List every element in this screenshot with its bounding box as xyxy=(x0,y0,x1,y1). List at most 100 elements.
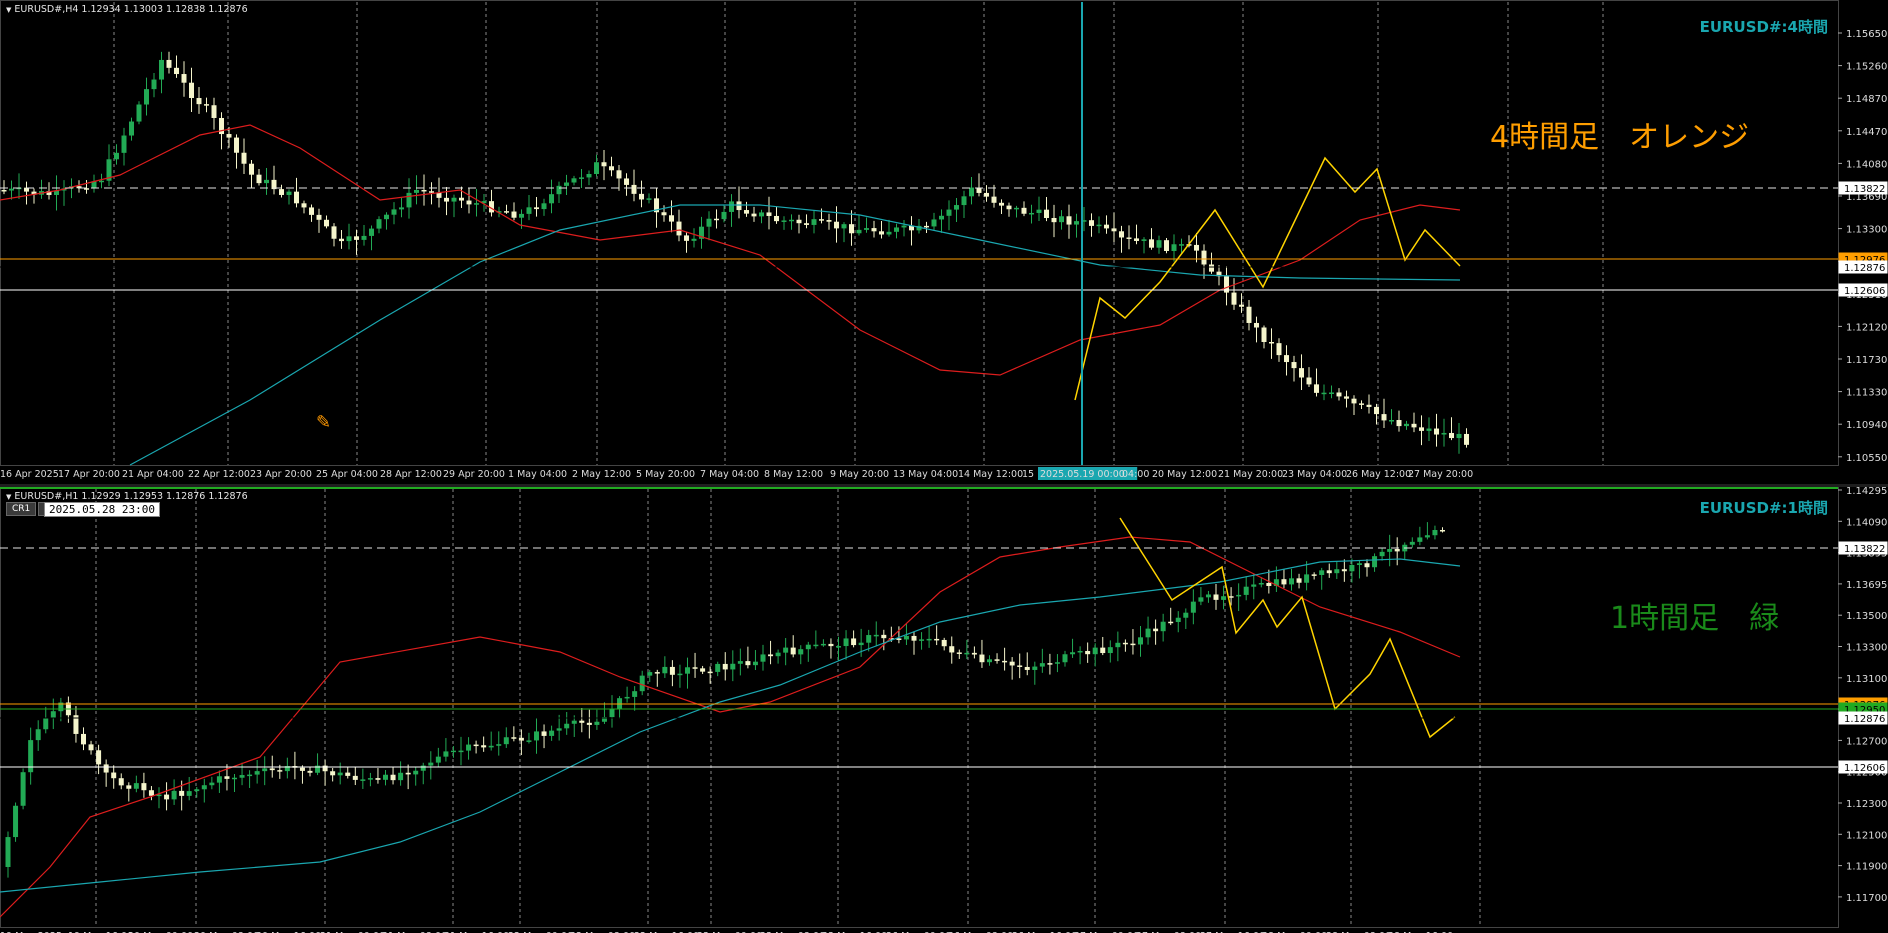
candle-body xyxy=(1254,322,1259,328)
candle-body xyxy=(413,770,419,775)
candle-body xyxy=(249,163,254,175)
candle-body xyxy=(609,166,614,171)
candle-body xyxy=(1351,398,1357,404)
candle-body xyxy=(360,779,366,781)
candle-body xyxy=(1356,563,1362,566)
candle-body xyxy=(1096,224,1102,227)
candle-body xyxy=(1311,574,1317,576)
candle-body xyxy=(534,207,539,210)
candle-body xyxy=(354,236,359,240)
candle-body xyxy=(571,720,577,724)
candle-body xyxy=(262,768,268,772)
candle-body xyxy=(1449,432,1454,439)
h1-chart-panel[interactable]: 1.142951.140901.138951.136951.135001.133… xyxy=(0,487,1888,933)
candle-body xyxy=(35,729,41,741)
candle-body xyxy=(99,180,104,183)
dashed-level-price-label: 1.13822 xyxy=(1844,544,1885,555)
h4-chart-canvas[interactable]: 1.156501.152601.148701.144701.140801.136… xyxy=(0,0,1888,484)
candle-body xyxy=(851,638,857,646)
cr-button[interactable]: CR1 xyxy=(6,502,37,516)
h4-corner-label: EURUSD#:4時間 xyxy=(1699,18,1828,36)
candle-body xyxy=(706,218,712,227)
candle-body xyxy=(1387,549,1393,552)
pencil-icon[interactable]: ✎ xyxy=(316,412,331,433)
collapse-triangle-icon[interactable]: ▼ xyxy=(6,6,11,14)
candle-body xyxy=(796,219,802,224)
candle-body xyxy=(50,711,56,719)
candle-body xyxy=(496,744,502,746)
candle-body xyxy=(159,59,164,80)
collapse-triangle-icon[interactable]: ▼ xyxy=(6,493,11,501)
candle-body xyxy=(451,197,457,202)
candle-body xyxy=(632,691,638,697)
candle-body xyxy=(1289,578,1294,585)
candle-body xyxy=(216,776,222,783)
candle-body xyxy=(564,723,570,729)
candle-body xyxy=(1228,596,1234,598)
candle-body xyxy=(946,209,952,216)
price-tick-label: 1.11900 xyxy=(1846,862,1887,873)
price-tick-label: 1.12100 xyxy=(1846,830,1887,841)
candle-body xyxy=(1349,565,1355,572)
h1-chart-canvas[interactable]: 1.142951.140901.138951.136951.135001.133… xyxy=(0,487,1888,933)
candle-body xyxy=(269,768,275,771)
candle-body xyxy=(511,211,517,218)
candle-body xyxy=(429,191,434,193)
candle-body xyxy=(473,744,479,747)
candle-body xyxy=(1296,578,1302,583)
candle-body xyxy=(579,177,584,179)
candle-body xyxy=(144,89,149,105)
candle-body xyxy=(646,198,652,200)
candle-body xyxy=(1319,570,1325,575)
candle-body xyxy=(549,194,554,204)
time-label: 1 May 04:00 xyxy=(508,469,567,480)
candle-body xyxy=(901,225,907,228)
candle-body xyxy=(715,663,721,672)
candle-body xyxy=(843,638,849,647)
candle-body xyxy=(1201,250,1207,265)
candle-body xyxy=(277,770,283,772)
candle-body xyxy=(700,668,706,672)
candle-body xyxy=(1130,643,1136,646)
candle-body xyxy=(466,744,472,751)
candle-body xyxy=(241,152,247,164)
price-tick-label: 1.14295 xyxy=(1846,487,1887,497)
candle-body xyxy=(662,666,668,674)
candle-body xyxy=(1336,392,1342,397)
candle-body xyxy=(866,635,872,643)
candle-body xyxy=(421,189,427,192)
candle-body xyxy=(234,137,239,153)
candle-body xyxy=(458,750,464,753)
h1-symbol-info: ▼ EURUSD#,H1 1.12929 1.12953 1.12876 1.12… xyxy=(6,491,248,502)
candle-body xyxy=(1284,355,1289,363)
candle-body xyxy=(1213,594,1219,600)
h1-corner-label: EURUSD#:1時間 xyxy=(1699,499,1828,517)
candle-body xyxy=(118,778,124,786)
candle-body xyxy=(1066,216,1072,225)
h4-chart-panel[interactable]: 1.15650 1.15260 1.14870 1.14470 1.14080 1.136… xyxy=(0,0,1888,484)
candle-body xyxy=(931,219,937,227)
candle-body xyxy=(956,652,962,654)
candle-body xyxy=(556,185,562,195)
candle-body xyxy=(707,671,713,674)
moving-average-red xyxy=(0,536,1461,918)
candle-body xyxy=(1054,662,1060,664)
candle-body xyxy=(1409,541,1415,545)
candle-body xyxy=(737,661,743,664)
candle-body xyxy=(789,219,794,222)
time-label: 27 May 20:00 xyxy=(1408,469,1473,480)
candle-body xyxy=(1396,420,1402,427)
candle-body xyxy=(819,219,824,221)
candle-body xyxy=(1062,654,1068,663)
candle-body xyxy=(186,791,192,796)
candle-body xyxy=(1126,237,1132,239)
candle-body xyxy=(345,772,351,776)
white-level-price-label: 1.12606 xyxy=(1844,286,1885,297)
candle-body xyxy=(1440,530,1445,532)
candle-body xyxy=(661,212,667,216)
candle-body xyxy=(729,201,734,212)
candle-body xyxy=(141,783,147,791)
candle-body xyxy=(766,212,772,216)
candle-body xyxy=(384,214,389,220)
candle-body xyxy=(669,666,675,675)
